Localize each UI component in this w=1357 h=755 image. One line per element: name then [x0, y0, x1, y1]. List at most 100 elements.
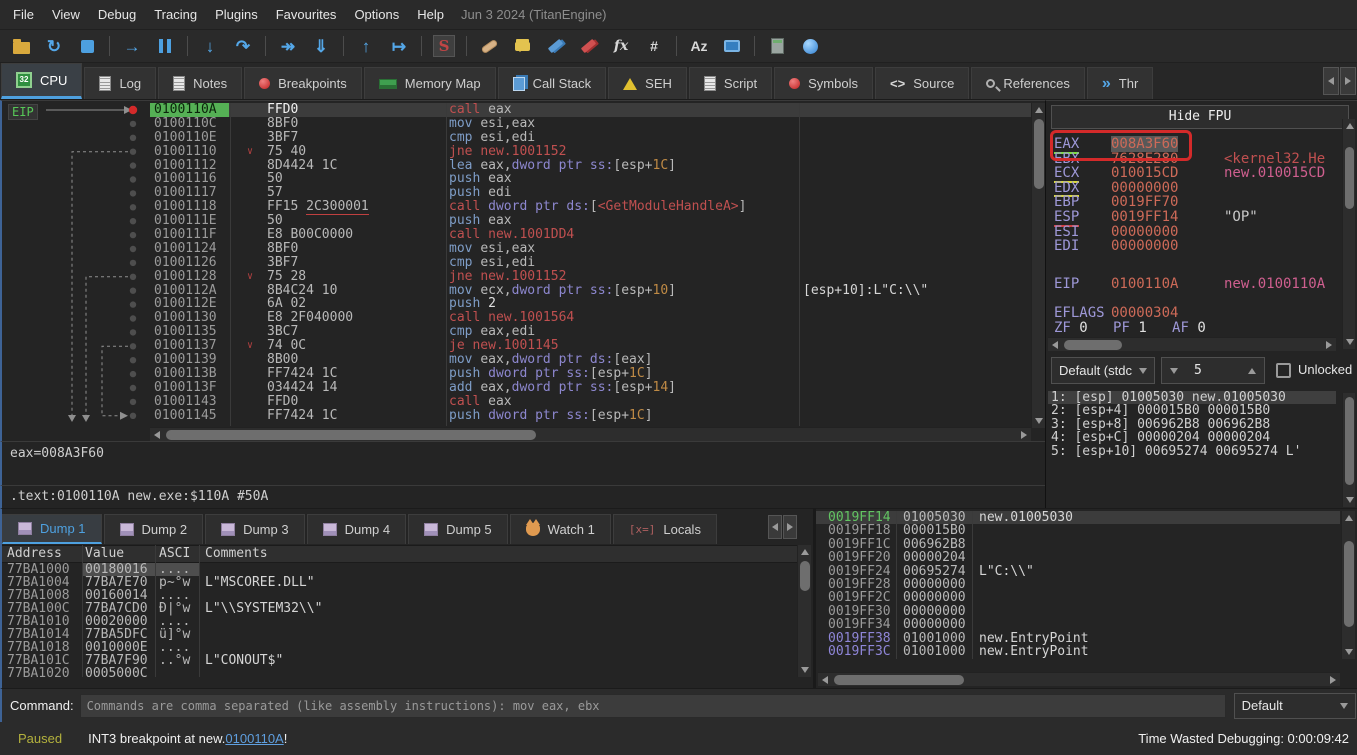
- globe-icon[interactable]: [799, 35, 821, 57]
- disasm-row[interactable]: 01001128∨75 28jne new.1001152: [150, 270, 1031, 284]
- dump-tab-dump-3[interactable]: Dump 3: [205, 514, 305, 544]
- disasm-row[interactable]: 0100113BFF7424 1Cpush dword ptr ss:[esp+…: [150, 367, 1031, 381]
- tab-cpu[interactable]: 32CPU: [1, 63, 82, 99]
- register-row[interactable]: ECX010015CDnew.010015CD: [1046, 166, 1336, 181]
- tab-scroll-left-icon[interactable]: [1323, 67, 1339, 95]
- register-row[interactable]: EBX7628E280<kernel32.He: [1046, 152, 1336, 167]
- gutter-dot[interactable]: [130, 149, 136, 155]
- disasm-row[interactable]: 010011263BF7cmp esi,edi: [150, 256, 1031, 270]
- tab-symbols[interactable]: Symbols: [774, 67, 873, 99]
- tab-source[interactable]: <>Source: [875, 67, 969, 99]
- dump-column-header[interactable]: Address: [2, 546, 82, 562]
- disasm-row[interactable]: 01001143FFD0call eax: [150, 395, 1031, 409]
- gutter-dot[interactable]: [130, 315, 136, 321]
- disasm-row[interactable]: 010011248BF0mov esi,eax: [150, 242, 1031, 256]
- monitor-icon[interactable]: [721, 35, 743, 57]
- step-over-icon[interactable]: ↷: [232, 35, 254, 57]
- menu-item-help[interactable]: Help: [408, 2, 453, 27]
- menu-item-plugins[interactable]: Plugins: [206, 2, 267, 27]
- tab-thr[interactable]: »Thr: [1087, 67, 1153, 99]
- command-profile-dropdown[interactable]: Default: [1234, 693, 1356, 719]
- stack-row[interactable]: 0019FF18000015B0: [816, 524, 1340, 537]
- comments-icon[interactable]: [511, 35, 533, 57]
- stack-row[interactable]: 0019FF3C01001000new.EntryPoint: [816, 645, 1340, 658]
- font-icon[interactable]: Az: [688, 35, 710, 57]
- tab-memory-map[interactable]: Memory Map: [364, 67, 496, 99]
- patches-icon[interactable]: [478, 35, 500, 57]
- stack-horizontal-scrollbar[interactable]: [818, 672, 1340, 686]
- bookmarks-icon[interactable]: [577, 35, 599, 57]
- stack-row[interactable]: 0019FF1401005030new.01005030: [816, 511, 1340, 524]
- step-out-icon[interactable]: ↑: [355, 35, 377, 57]
- disasm-row[interactable]: 0100110C8BF0mov esi,eax: [150, 117, 1031, 131]
- gutter-dot[interactable]: [130, 357, 136, 363]
- gutter-dot[interactable]: [130, 343, 136, 349]
- gutter-dot[interactable]: [130, 399, 136, 405]
- dump-column-header[interactable]: Value: [82, 546, 155, 562]
- argument-row[interactable]: 4: [esp+C] 00000204 00000204: [1048, 431, 1336, 444]
- gutter-dot[interactable]: [130, 162, 136, 168]
- close-icon[interactable]: [76, 35, 98, 57]
- gutter-dot[interactable]: [130, 232, 136, 238]
- stack-row[interactable]: 0019FF2400695274L"C:\\": [816, 565, 1340, 578]
- register-row[interactable]: EBP0019FF70: [1046, 195, 1336, 210]
- menu-item-options[interactable]: Options: [345, 2, 408, 27]
- register-row[interactable]: EIP0100110Anew.0100110A: [1046, 277, 1336, 292]
- tab-breakpoints[interactable]: Breakpoints: [244, 67, 362, 99]
- disasm-row[interactable]: 0100111757push edi: [150, 186, 1031, 200]
- step-into-icon[interactable]: ↓: [199, 35, 221, 57]
- stack-row[interactable]: 0019FF3801001000new.EntryPoint: [816, 632, 1340, 645]
- gutter-dot[interactable]: [130, 218, 136, 224]
- disasm-row[interactable]: 010011128D4424 1Clea eax,dword ptr ss:[e…: [150, 159, 1031, 173]
- menu-item-view[interactable]: View: [43, 2, 89, 27]
- restart-icon[interactable]: ↻: [43, 35, 65, 57]
- disasm-vertical-scrollbar[interactable]: [1031, 103, 1045, 428]
- disasm-row[interactable]: 01001137∨74 0Cje new.1001145: [150, 339, 1031, 353]
- dump-tab-dump-1[interactable]: Dump 1: [2, 514, 102, 544]
- dump-column-header[interactable]: ASCI: [155, 546, 199, 562]
- disasm-row[interactable]: 010011353BC7cmp eax,edi: [150, 325, 1031, 339]
- registers-vertical-scrollbar[interactable]: [1342, 119, 1355, 349]
- breakpoint-address-link[interactable]: 0100110A: [225, 731, 283, 746]
- registers-horizontal-scrollbar[interactable]: [1048, 337, 1336, 351]
- calculator-icon[interactable]: [766, 35, 788, 57]
- gutter-dot[interactable]: [130, 371, 136, 377]
- dump-tab-dump-5[interactable]: Dump 5: [408, 514, 508, 544]
- dump-tab-watch-1[interactable]: Watch 1: [510, 514, 611, 544]
- register-row[interactable]: EDI00000000: [1046, 239, 1336, 254]
- gutter-dot[interactable]: [130, 204, 136, 210]
- register-row[interactable]: ESP0019FF14"OP": [1046, 210, 1336, 225]
- run-icon[interactable]: →: [121, 35, 143, 57]
- register-row[interactable]: ESI00000000: [1046, 225, 1336, 240]
- disasm-row[interactable]: 0100112A8B4C24 10mov ecx,dword ptr ss:[e…: [150, 284, 1031, 298]
- gutter-dot[interactable]: [130, 385, 136, 391]
- tab-notes[interactable]: Notes: [158, 67, 242, 99]
- gutter-dot[interactable]: [130, 301, 136, 307]
- run-to-user-code-icon[interactable]: ↦: [388, 35, 410, 57]
- gutter-dot[interactable]: [130, 190, 136, 196]
- tab-seh[interactable]: SEH: [608, 67, 687, 99]
- seh-chain-icon[interactable]: S: [433, 35, 455, 57]
- argument-row[interactable]: 3: [esp+8] 006962B8 006962B8: [1048, 418, 1336, 431]
- disasm-row[interactable]: 01001110∨75 40jne new.1001152: [150, 145, 1031, 159]
- tab-log[interactable]: Log: [84, 67, 156, 99]
- trace-into-icon[interactable]: ↠: [277, 35, 299, 57]
- menu-item-debug[interactable]: Debug: [89, 2, 145, 27]
- dump-vertical-scrollbar[interactable]: [797, 545, 811, 677]
- stack-row[interactable]: 0019FF2000000204: [816, 551, 1340, 564]
- tab-references[interactable]: References: [971, 67, 1084, 99]
- unlocked-checkbox[interactable]: [1276, 363, 1291, 378]
- disasm-row[interactable]: 0100110AFFD0call eax: [150, 103, 1031, 117]
- stack-row[interactable]: 0019FF2C00000000: [816, 591, 1340, 604]
- hide-fpu-button[interactable]: Hide FPU: [1051, 105, 1349, 129]
- gutter-dot[interactable]: [130, 288, 136, 294]
- pause-icon[interactable]: [154, 35, 176, 57]
- functions-icon[interactable]: fx: [610, 35, 632, 57]
- menu-item-favourites[interactable]: Favourites: [267, 2, 346, 27]
- argument-row[interactable]: 2: [esp+4] 000015B0 000015B0: [1048, 404, 1336, 417]
- stack-row[interactable]: 0019FF3000000000: [816, 605, 1340, 618]
- tab-scroll-right-icon[interactable]: [1340, 67, 1356, 95]
- disasm-row[interactable]: 01001145FF7424 1Cpush dword ptr ss:[esp+…: [150, 409, 1031, 423]
- gutter-dot[interactable]: [130, 121, 136, 127]
- disasm-row[interactable]: 0100111E50push eax: [150, 214, 1031, 228]
